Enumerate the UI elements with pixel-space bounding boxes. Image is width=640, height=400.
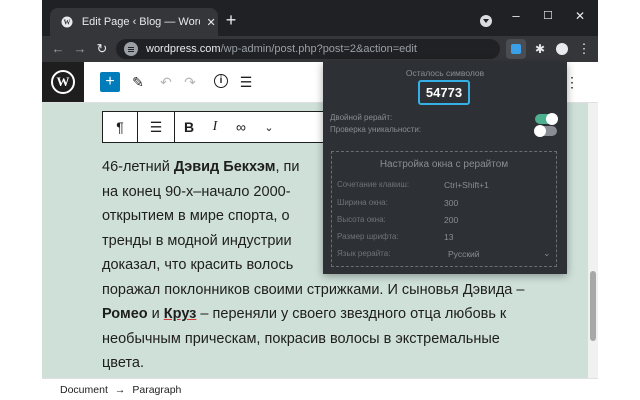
block-breadcrumb: Document → Paragraph <box>42 378 598 400</box>
link-icon[interactable]: ∞ <box>227 112 255 142</box>
tab-edit-page[interactable]: W Edit Page ‹ Blog — WordPress ✕ <box>50 8 218 36</box>
wordpress-logo-icon[interactable]: W <box>42 62 84 102</box>
tab-search-icon[interactable] <box>480 15 492 27</box>
chars-left-label: Осталось символов <box>405 68 485 78</box>
crumb-document[interactable]: Document <box>60 384 108 396</box>
page-margin-right <box>598 0 640 400</box>
uniqueness-check-toggle[interactable] <box>534 125 557 137</box>
setting-hotkey: Сочетание клавиш: Ctrl+Shift+1 <box>332 180 556 194</box>
setting-label: Язык рерайта: <box>337 249 391 258</box>
bold-icon[interactable]: B <box>175 112 203 142</box>
chevron-down-icon[interactable]: ⌄ <box>543 248 551 259</box>
page-margin-left <box>0 0 42 400</box>
setting-font-size: Размер шрифта: 13 <box>332 232 556 246</box>
setting-label: Ширина окна: <box>337 198 388 207</box>
browser-menu-icon[interactable]: ⋮ <box>574 39 594 59</box>
url-path: /wp-admin/post.php?post=2&action=edit <box>220 43 417 55</box>
tab-strip: W Edit Page ‹ Blog — WordPress ✕ + – ☐ ✕ <box>42 0 598 36</box>
paragraph-icon[interactable]: ¶ <box>103 112 137 142</box>
hotkey-input[interactable]: Ctrl+Shift+1 <box>444 180 489 190</box>
text-line: необычным прическам, покрасив волосы в э… <box>102 330 500 347</box>
profile-avatar-icon[interactable] <box>552 39 572 59</box>
height-input[interactable]: 200 <box>444 215 458 225</box>
chars-left-counter: 54773 <box>418 80 470 105</box>
block-toolbar: ¶ ☰ B I ∞ ⌄ <box>102 111 328 143</box>
undo-icon[interactable]: ↶ <box>156 72 176 92</box>
new-tab-button[interactable]: + <box>222 11 240 29</box>
tab-title: Edit Page ‹ Blog — WordPress <box>81 16 200 28</box>
bold-name: Ромео <box>102 306 148 322</box>
double-rewrite-toggle[interactable] <box>535 113 558 125</box>
wordpress-favicon-icon: W <box>60 15 74 29</box>
setting-label: Высота окна: <box>337 215 386 224</box>
setting-height: Высота окна: 200 <box>332 215 556 229</box>
rewrite-extension-popup: Осталось символов 54773 Двойной рерайт: … <box>323 62 567 274</box>
extensions-puzzle-icon[interactable]: ✱ <box>530 39 550 59</box>
site-info-icon[interactable] <box>124 42 138 56</box>
italic-icon[interactable]: I <box>203 112 227 142</box>
tools-pencil-icon[interactable]: ✎ <box>128 72 148 92</box>
language-select[interactable]: Русский <box>448 249 480 259</box>
browser-window: W Edit Page ‹ Blog — WordPress ✕ + – ☐ ✕… <box>42 0 598 400</box>
forward-arrow-icon[interactable]: → <box>72 41 88 57</box>
text-line: поражал поклонников своими стрижками. И … <box>102 281 525 298</box>
text-line: цвета. <box>102 355 144 371</box>
crumb-arrow: → <box>114 384 126 396</box>
svg-text:W: W <box>63 19 70 27</box>
scrollbar[interactable] <box>588 103 598 378</box>
misspelled-name: Круз <box>163 306 197 322</box>
scrollbar-thumb[interactable] <box>590 271 596 341</box>
more-options-chevron-icon[interactable]: ⌄ <box>255 112 283 142</box>
settings-title: Настройка окна с рерайтом <box>379 159 509 170</box>
setting-label: Сочетание клавиш: <box>337 180 410 189</box>
add-block-button[interactable]: + <box>100 72 120 92</box>
width-input[interactable]: 300 <box>444 198 458 208</box>
url-host: wordpress.com <box>146 43 221 55</box>
reload-icon[interactable]: ↻ <box>94 41 110 57</box>
details-info-icon[interactable]: i <box>212 72 232 92</box>
minimize-button[interactable]: – <box>508 8 524 24</box>
font-size-input[interactable]: 13 <box>444 232 453 242</box>
omnibox[interactable]: wordpress.com/wp-admin/post.php?post=2&a… <box>116 39 500 59</box>
tab-close-icon[interactable]: ✕ <box>204 16 218 29</box>
redo-icon[interactable]: ↷ <box>180 72 200 92</box>
text-line: Ромео и Круз – переняли у своего звездно… <box>102 306 507 322</box>
maximize-button[interactable]: ☐ <box>540 8 556 24</box>
setting-language: Язык рерайта: Русский ⌄ <box>332 248 556 263</box>
rewrite-extension-icon[interactable] <box>506 39 526 59</box>
uniqueness-check-label: Проверка уникальности: <box>330 125 422 134</box>
address-bar-row: ← → ↻ wordpress.com/wp-admin/post.php?po… <box>42 36 598 62</box>
double-rewrite-label: Двойной рерайт: <box>330 113 393 122</box>
setting-width: Ширина окна: 300 <box>332 198 556 212</box>
crumb-paragraph[interactable]: Paragraph <box>132 384 181 396</box>
back-arrow-icon[interactable]: ← <box>50 41 66 57</box>
setting-label: Размер шрифта: <box>337 232 399 241</box>
close-window-button[interactable]: ✕ <box>572 8 588 24</box>
list-view-icon[interactable]: ☰ <box>236 72 256 92</box>
rewrite-window-settings: Настройка окна с рерайтом Сочетание клав… <box>331 151 557 267</box>
bold-name: Дэвид Бекхэм <box>173 159 276 175</box>
align-icon[interactable]: ☰ <box>138 112 174 142</box>
